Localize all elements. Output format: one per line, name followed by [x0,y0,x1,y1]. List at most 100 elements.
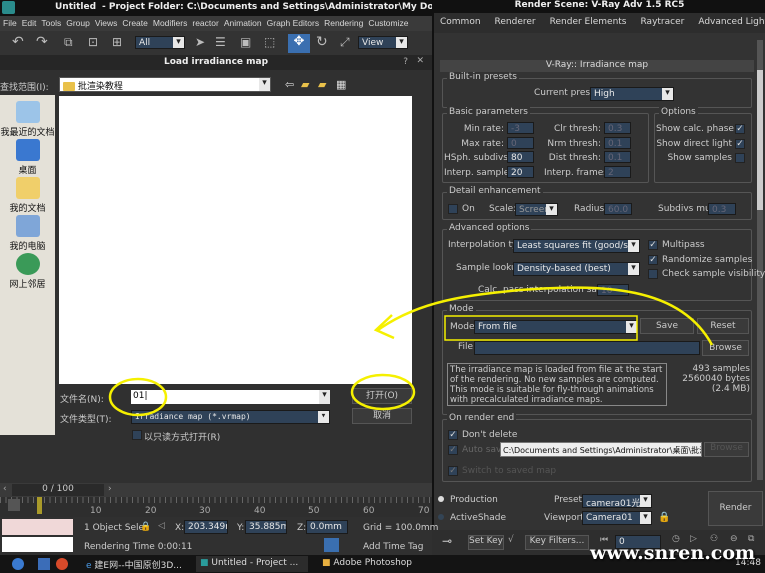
menu-tools[interactable]: Tools [41,18,61,29]
z-coordinate[interactable]: 0.0mm [306,520,348,534]
randomize-checkbox[interactable]: ✓ [648,255,658,265]
browse-button[interactable]: Browse [702,340,749,356]
menu-rendering[interactable]: Rendering [324,18,363,29]
help-button[interactable]: ? [403,57,408,67]
switch-saved-checkbox[interactable]: ✓ [448,466,458,476]
dist-thresh-input[interactable]: 0.1 [604,151,631,163]
menu-modifiers[interactable]: Modifiers [153,18,187,29]
view-menu-icon[interactable]: ▦ [336,78,346,91]
lock-icon[interactable]: 🔒 [658,512,670,523]
set-key-button[interactable]: Set Key [468,535,504,550]
menu-animation[interactable]: Animation [224,18,262,29]
place-my-computer[interactable]: 我的电脑 [0,215,55,252]
up-folder-icon[interactable]: ▰ [301,78,309,91]
next-frame-icon[interactable]: › [108,484,112,494]
radius-input[interactable]: 60.0 [604,203,632,215]
maxscript-listener-white[interactable] [2,537,73,552]
rotate-icon[interactable]: ↻ [316,34,328,50]
place-desktop[interactable]: 桌面 [0,139,55,176]
taskbar-item[interactable]: e 建E网--中国原创3D... [82,556,194,572]
scrollbar[interactable] [757,40,763,480]
quicklaunch-icon[interactable] [38,558,50,570]
prev-frame-icon[interactable]: ‹ [3,484,7,494]
add-time-tag[interactable]: Add Time Tag [363,542,423,552]
track-bar[interactable]: 10 20 30 40 50 60 70 [0,497,432,517]
redo-icon[interactable]: ↷ [36,34,48,50]
tab-advanced-lighting[interactable]: Advanced Lighting [698,17,765,29]
absolute-mode-icon[interactable]: ◁ [158,521,165,531]
select-icon[interactable]: ➤ [195,35,205,49]
interp-frames-input[interactable]: 2 [604,166,631,178]
calc-pass-input[interactable]: 10 [597,284,629,296]
tab-raytracer[interactable]: Raytracer [641,17,685,29]
render-button[interactable]: Render [708,491,763,526]
production-radio[interactable] [438,496,444,502]
max-rate-input[interactable]: 0 [507,137,534,149]
y-coordinate[interactable]: 35.885mm [245,520,287,534]
link-icon[interactable]: ⧉ [64,35,73,50]
sample-lookup-dropdown[interactable]: Density-based (best) [513,262,640,276]
show-direct-checkbox[interactable]: ✓ [735,139,745,149]
readonly-checkbox[interactable] [132,430,142,440]
auto-save-browse-button[interactable]: Browse [704,442,749,457]
tab-render-elements[interactable]: Render Elements [550,17,627,29]
place-recent[interactable]: 我最近的文档 [0,101,55,138]
taskbar-item-active[interactable]: ■ Untitled - Project ... [196,556,308,572]
menu-graph-editors[interactable]: Graph Editors [267,18,319,29]
multipass-checkbox[interactable]: ✓ [648,240,658,250]
select-by-name-icon[interactable]: ☰ [215,35,226,49]
min-rate-input[interactable]: -3 [507,122,534,134]
mode-dropdown[interactable]: From file [474,320,638,334]
scale-dropdown[interactable]: Screen [515,203,558,216]
close-button[interactable]: ✕ [416,56,424,66]
check-visibility-checkbox[interactable] [648,269,658,279]
menu-customize[interactable]: Customize [368,18,408,29]
place-network[interactable]: 网上邻居 [0,253,55,290]
region-select-icon[interactable]: ▣ [240,35,251,49]
maxscript-listener-pink[interactable] [2,519,73,535]
activeshade-radio[interactable] [438,514,444,520]
open-button[interactable]: 打开(O) [352,388,412,404]
nrm-thresh-input[interactable]: 0.1 [604,137,631,149]
preset-dropdown[interactable]: camera01光子图 [582,494,652,508]
filename-input[interactable]: 01| [131,390,330,404]
subdivs-mult-input[interactable]: 0.3 [708,203,736,215]
start-button[interactable] [12,558,24,570]
viewport-cube-icon[interactable] [324,538,339,552]
show-calc-checkbox[interactable]: ✓ [735,124,745,134]
x-coordinate[interactable]: 203.349mm [184,520,228,534]
hsph-subdivs-input[interactable]: 80 [507,151,534,163]
window-crossing-icon[interactable]: ⬚ [264,35,275,49]
file-path-input[interactable] [474,341,700,355]
menu-reactor[interactable]: reactor [192,18,218,29]
place-my-documents[interactable]: 我的文档 [0,177,55,214]
menu-edit[interactable]: Edit [22,18,37,29]
move-icon[interactable]: ✥ [288,34,310,53]
rollout-header[interactable]: V-Ray:: Irradiance map [440,60,754,72]
quicklaunch-icon[interactable] [56,558,68,570]
reference-coord-dropdown[interactable]: View [358,36,408,49]
menu-group[interactable]: Group [66,18,90,29]
menu-create[interactable]: Create [122,18,148,29]
filetype-dropdown[interactable]: Irradiance map (*.vrmap) [131,410,330,424]
interp-type-dropdown[interactable]: Least squares fit (good/smooth) [513,239,640,253]
interp-samples-input[interactable]: 20 [507,166,534,178]
selection-filter-dropdown[interactable]: All [135,36,185,49]
current-preset-dropdown[interactable]: High [590,87,674,101]
selection-lock-icon[interactable]: 🔒 [140,522,151,532]
file-list[interactable] [59,96,412,384]
viewport-dropdown[interactable]: Camera01 [582,511,652,525]
new-folder-icon[interactable]: ▰ [318,78,326,91]
unlink-icon[interactable]: ⊡ [88,35,98,49]
back-icon[interactable]: ⇦ [285,78,294,91]
bind-icon[interactable]: ⊞ [112,35,122,49]
menu-file[interactable]: File [3,18,17,29]
key-filters-button[interactable]: Key Filters... [525,535,589,550]
tab-renderer[interactable]: Renderer [495,17,536,29]
tab-common[interactable]: Common [440,17,481,29]
undo-icon[interactable]: ↶ [12,34,24,50]
clr-thresh-input[interactable]: 0.3 [604,122,631,134]
auto-save-checkbox[interactable]: ✓ [448,445,458,455]
cancel-button[interactable]: 取消 [352,408,412,424]
show-samples-checkbox[interactable] [735,153,745,163]
